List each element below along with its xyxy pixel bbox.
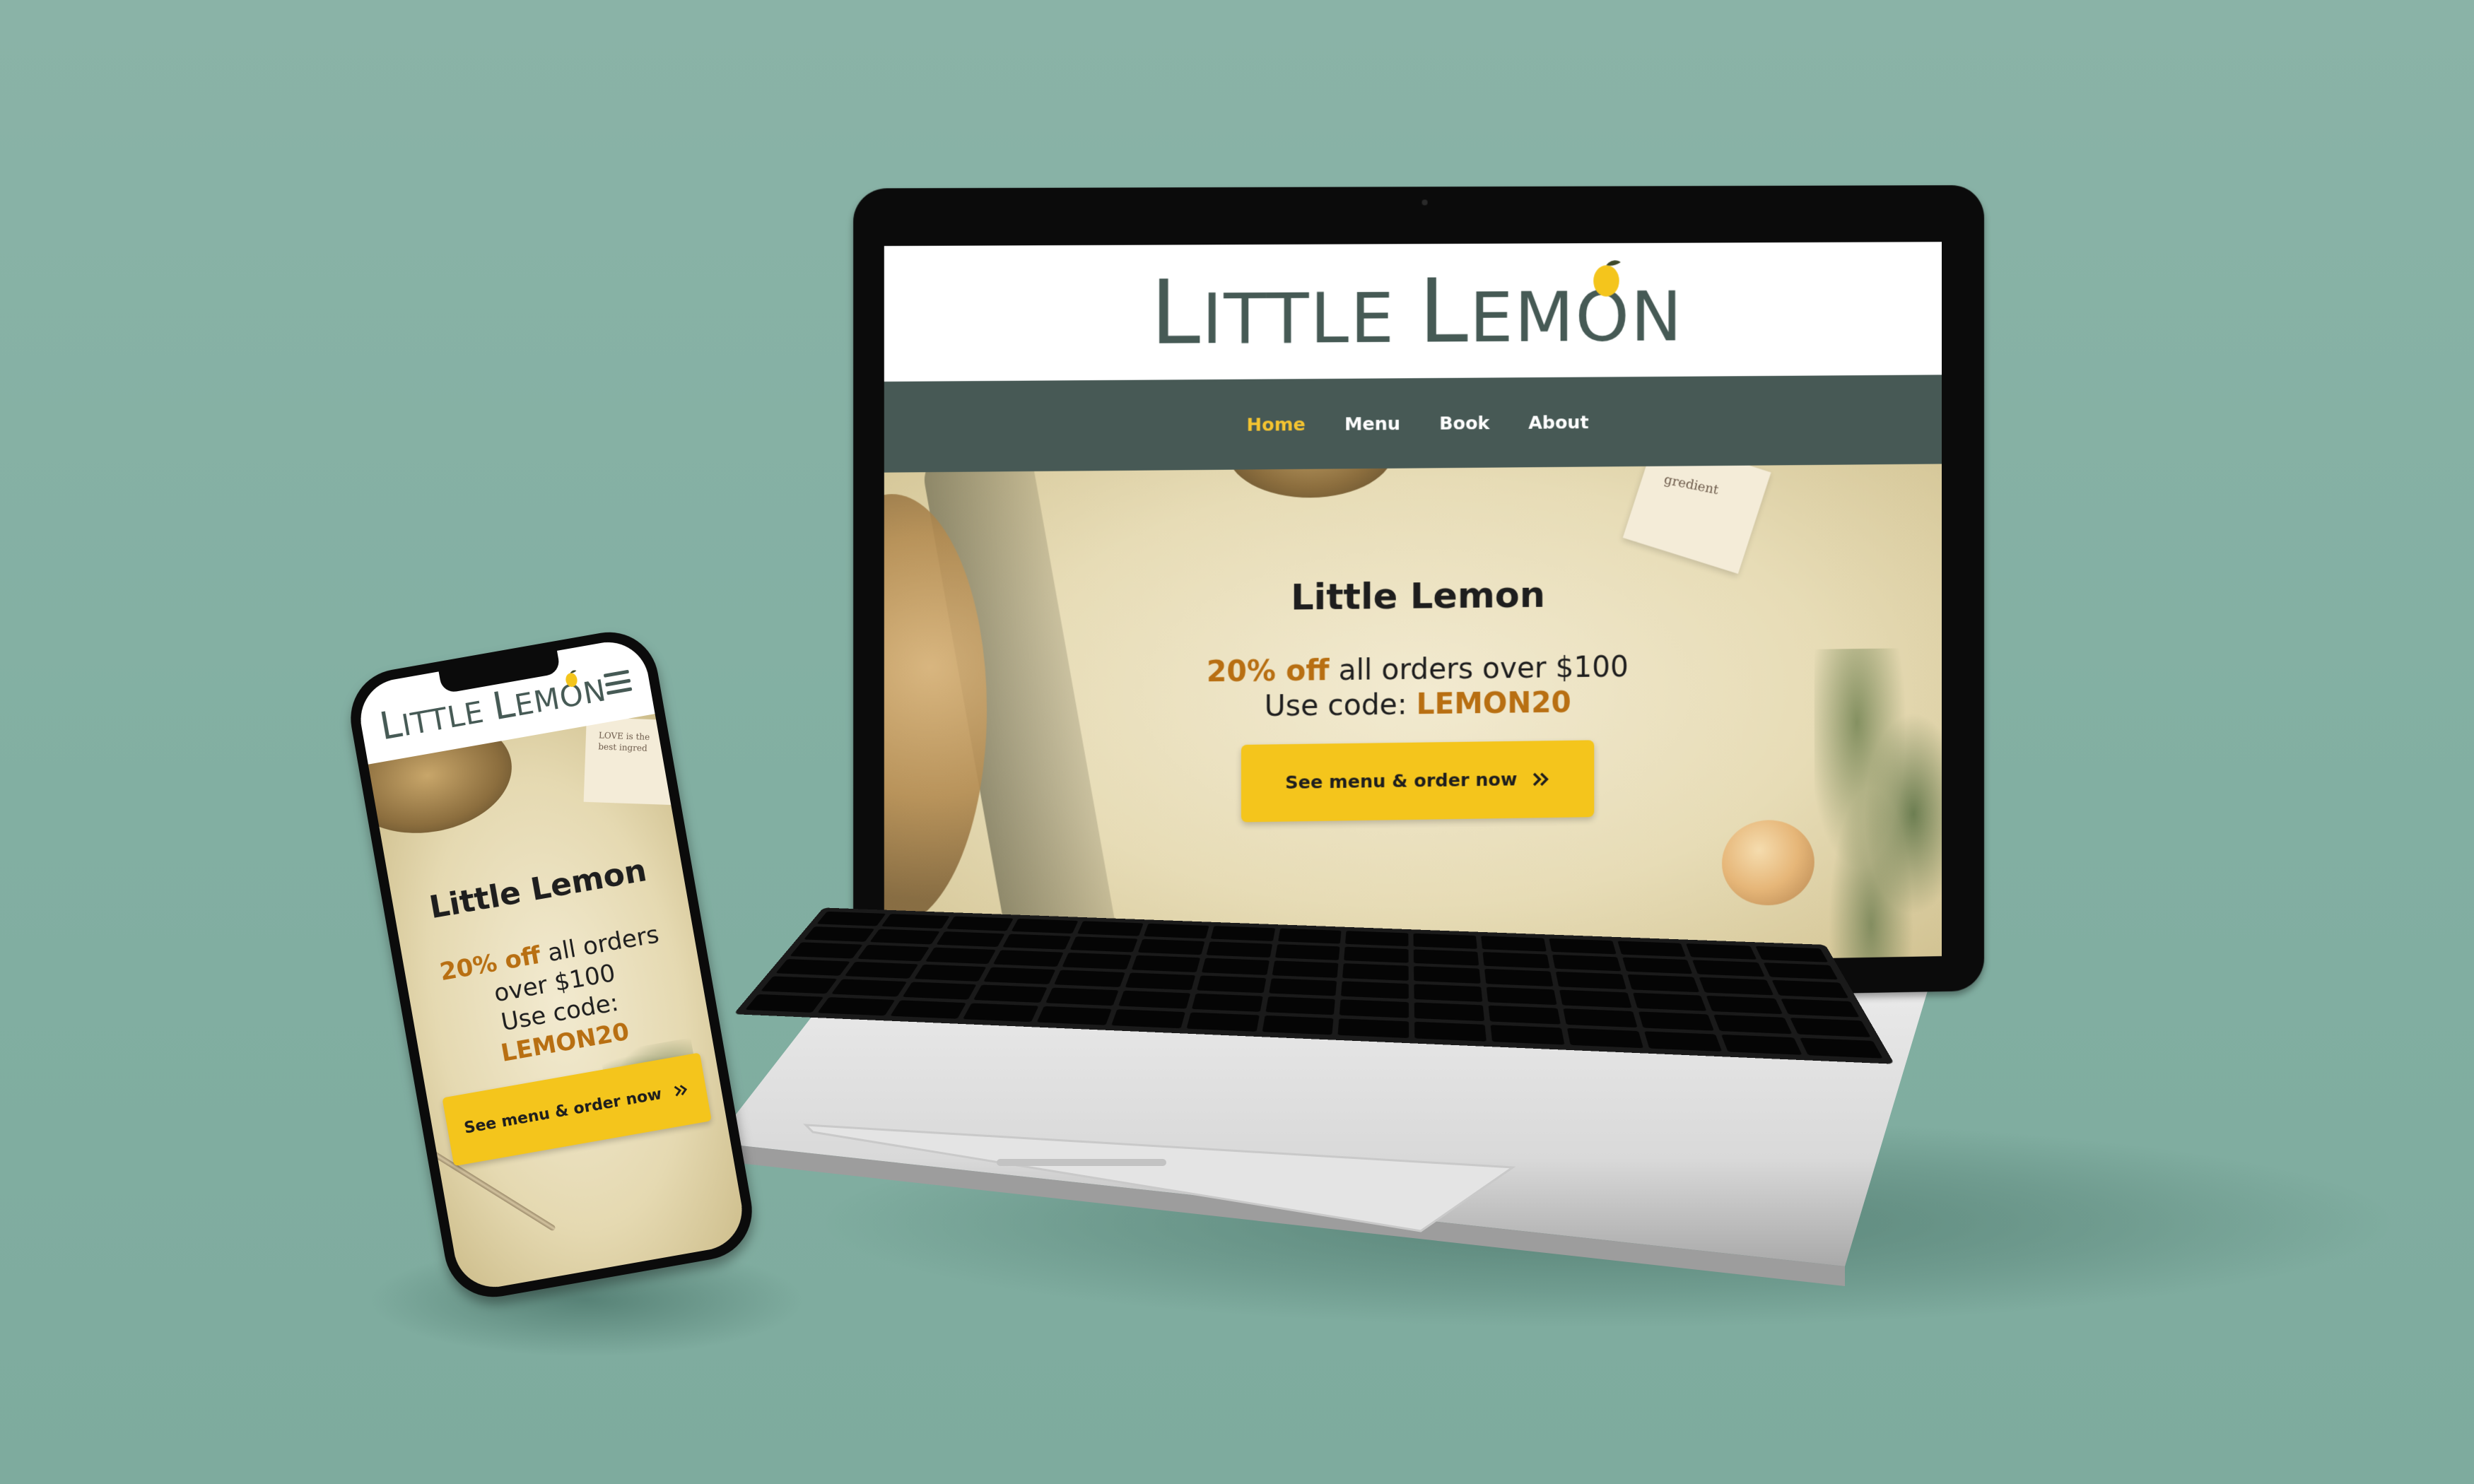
mobile-hero-title: Little Lemon bbox=[426, 852, 650, 926]
promo-code-prefix: Use code: bbox=[1264, 688, 1417, 723]
mobile-promo: 20% off all orders over $100 Use code: L… bbox=[404, 914, 711, 1083]
mobile-website: Little Lemon LOVE is the best ingred Lit… bbox=[354, 635, 749, 1294]
hero-bowl-image bbox=[1227, 464, 1394, 499]
desktop-nav: Home Menu Book About bbox=[884, 375, 1942, 473]
desktop-order-button[interactable]: See menu & order now bbox=[1241, 739, 1595, 823]
lemon-logo-icon bbox=[565, 670, 578, 688]
paper-text: LOVE is the best ingred bbox=[598, 730, 650, 753]
mobile-hero: LOVE is the best ingred Little Lemon 20%… bbox=[368, 714, 749, 1294]
promo-discount: 20% off bbox=[1206, 654, 1330, 689]
nav-home[interactable]: Home bbox=[1247, 413, 1306, 435]
nav-book[interactable]: Book bbox=[1439, 412, 1489, 433]
mobile-hero-paper-image: LOVE is the best ingred bbox=[583, 717, 679, 806]
desktop-header: Little Lemon bbox=[884, 242, 1942, 382]
promo-code: LEMON20 bbox=[1416, 685, 1571, 722]
nav-about[interactable]: About bbox=[1528, 411, 1588, 432]
double-chevron-right-icon bbox=[674, 1085, 688, 1097]
desktop-order-button-label: See menu & order now bbox=[1285, 768, 1518, 793]
mobile-hero-content: Little Lemon 20% off all orders over $10… bbox=[392, 846, 727, 1169]
napkin-text: gredient bbox=[1663, 472, 1720, 498]
desktop-promo: 20% off all orders over $100 Use code: L… bbox=[884, 647, 1942, 729]
promo-condition: all orders over $100 bbox=[1329, 650, 1629, 688]
desktop-hero: gredient Little Lemon 20% off all orders… bbox=[884, 464, 1942, 975]
hero-onion-image bbox=[1722, 819, 1815, 907]
desktop-logo[interactable]: Little Lemon bbox=[1151, 259, 1684, 364]
hero-napkin-image: gredient bbox=[1622, 464, 1771, 575]
laptop-lid: Little Lemon Home Menu Book About gredie… bbox=[853, 185, 1984, 1012]
desktop-hero-content: Little Lemon 20% off all orders over $10… bbox=[884, 570, 1942, 828]
phone-device: Little Lemon LOVE is the best ingred Lit… bbox=[343, 624, 760, 1305]
mobile-order-button-label: See menu & order now bbox=[462, 1085, 664, 1138]
hamburger-menu-icon[interactable] bbox=[603, 669, 633, 695]
desktop-website: Little Lemon Home Menu Book About gredie… bbox=[884, 242, 1942, 975]
double-chevron-right-icon bbox=[1532, 771, 1550, 787]
lemon-logo-icon bbox=[1593, 260, 1621, 297]
nav-menu[interactable]: Menu bbox=[1344, 413, 1400, 434]
